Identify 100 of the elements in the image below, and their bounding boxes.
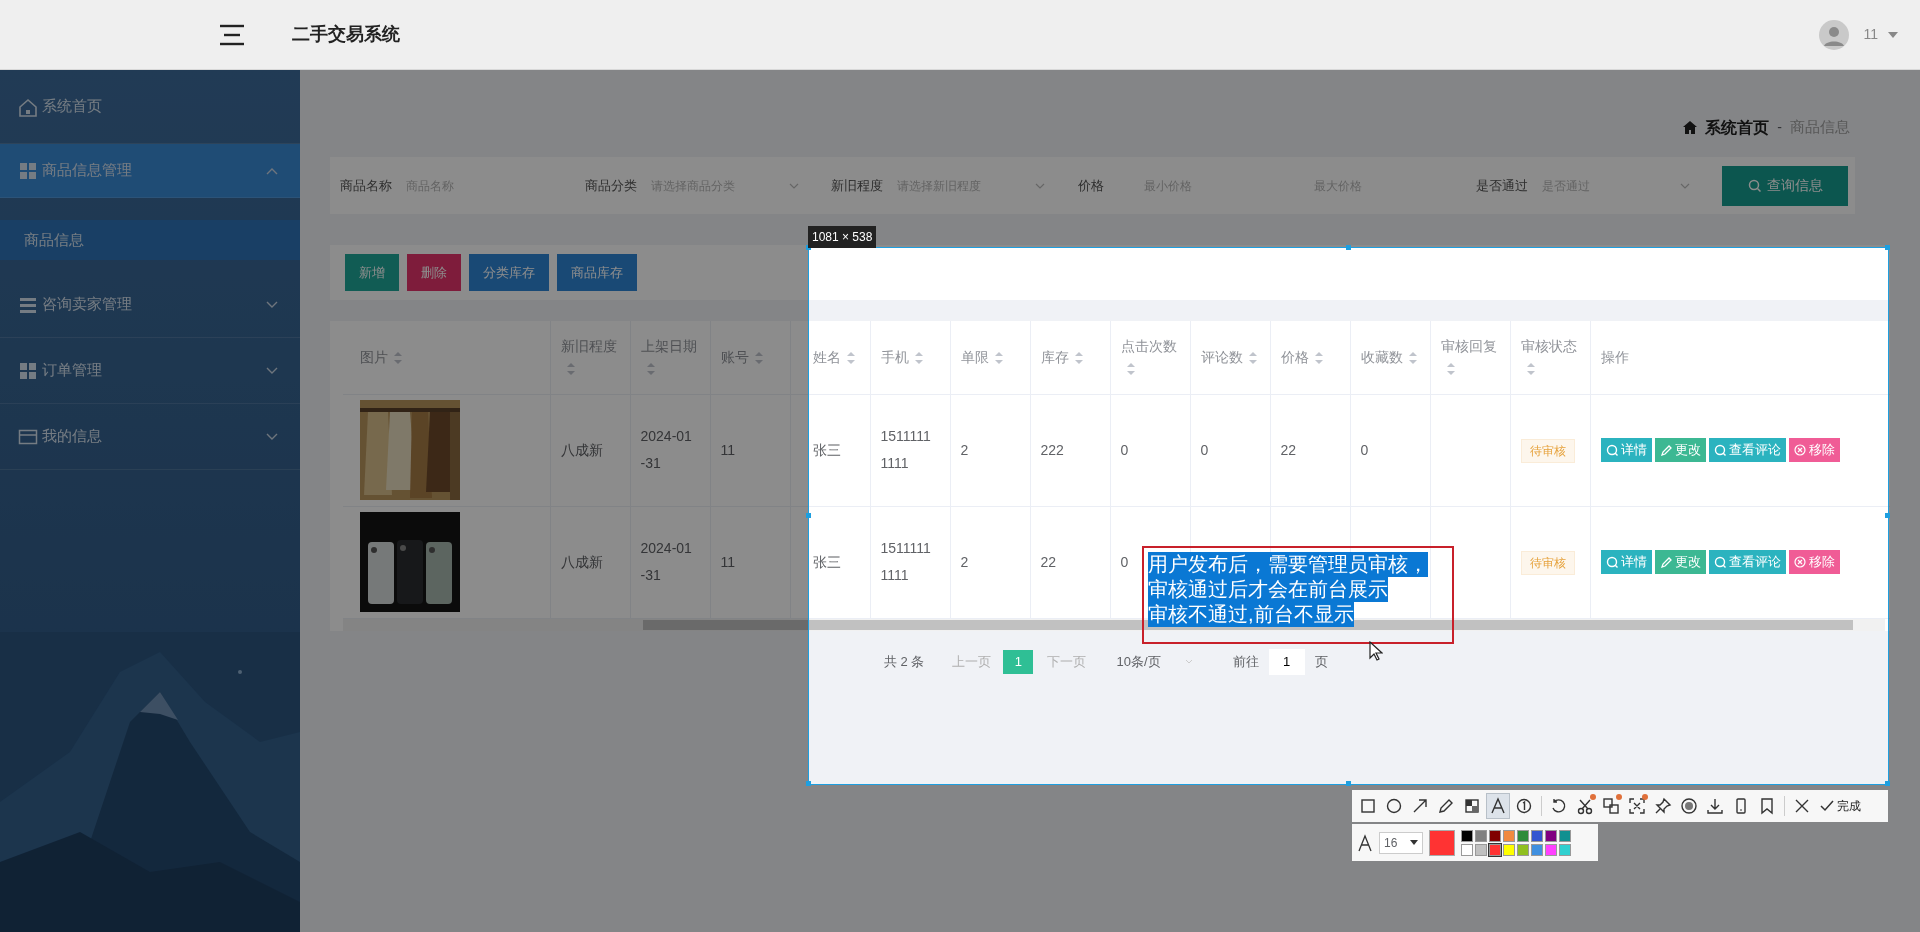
operation-button[interactable]: 移除 (1788, 438, 1840, 462)
table-cell: 11 (720, 441, 736, 458)
column-header: 账号 (720, 348, 749, 365)
table-cell: 2024-01-31 (640, 540, 692, 583)
color-swatch[interactable] (1489, 843, 1501, 856)
column-header: 手机 (880, 348, 909, 365)
close-circle-icon (1793, 556, 1806, 568)
page-unit-label: 页 (1314, 652, 1328, 671)
operation-button[interactable]: 查看评论 (1708, 438, 1786, 462)
table-cell: 222 (1040, 441, 1064, 458)
annotation-text[interactable]: 用户发布后，需要管理员审核， (1148, 552, 1428, 577)
home-icon (18, 96, 38, 117)
annotation-box[interactable]: 用户发布后，需要管理员审核， 审核通过后才会在前台展示 审核不通过,前台不显示 (1142, 546, 1454, 644)
record-icon (1680, 797, 1698, 815)
search-icon (1747, 179, 1761, 192)
resize-handle[interactable] (1345, 781, 1351, 786)
sort-icon[interactable] (994, 352, 1003, 365)
avatar[interactable] (1819, 19, 1850, 50)
home-icon (1683, 121, 1698, 134)
table-cell: 张三 (812, 553, 841, 570)
table-cell: 22 (1280, 441, 1297, 458)
page-button[interactable]: 1 (1003, 649, 1034, 674)
search-button[interactable]: 查询信息 (1722, 165, 1848, 206)
page-size-select[interactable]: 10条/页 (1116, 651, 1193, 672)
resize-handle[interactable] (1885, 781, 1890, 786)
color-swatch[interactable] (1545, 829, 1557, 842)
resize-handle[interactable] (806, 781, 811, 786)
color-swatch[interactable] (1503, 829, 1515, 842)
color-swatch[interactable] (1559, 843, 1571, 856)
action-button[interactable]: 新增 (345, 254, 399, 291)
operation-button[interactable]: 移除 (1788, 550, 1840, 574)
sidebar-item[interactable]: 商品信息管理 (0, 144, 300, 198)
color-swatch[interactable] (1517, 843, 1529, 856)
operation-button[interactable]: 更改 (1654, 550, 1706, 574)
pencil-icon (1437, 797, 1455, 815)
color-swatch[interactable] (1475, 829, 1487, 842)
status-tag: 待审核 (1520, 438, 1575, 463)
translate-icon (1602, 797, 1620, 815)
font-size-select[interactable]: 16 (1379, 831, 1423, 854)
color-swatch[interactable] (1559, 829, 1571, 842)
table-cell: 15111111111 (880, 540, 931, 583)
goto-label: 前往 (1232, 652, 1259, 671)
sort-icon[interactable] (846, 352, 855, 365)
table-cell: 2024-01-31 (640, 428, 692, 471)
breadcrumb-link[interactable]: 系统首页 (1705, 115, 1770, 140)
operation-button[interactable]: 更改 (1654, 438, 1706, 462)
table-cell: 八成新 (560, 553, 603, 570)
color-swatch[interactable] (1531, 829, 1543, 842)
close-icon (1793, 797, 1811, 815)
action-button[interactable]: 删除 (407, 254, 461, 291)
sidebar-item[interactable]: 咨询卖家管理 (0, 272, 300, 338)
table-cell: 张三 (812, 441, 841, 458)
submenu-item[interactable]: 商品信息 (0, 220, 300, 260)
resize-handle[interactable] (1345, 245, 1351, 250)
operation-button[interactable]: 详情 (1600, 550, 1652, 574)
column-header: 价格 (1280, 348, 1309, 365)
color-swatch[interactable] (1461, 843, 1473, 856)
operation-button[interactable]: 查看评论 (1708, 550, 1786, 574)
color-swatch[interactable] (1531, 843, 1543, 856)
chevron-down-icon (1035, 182, 1045, 189)
sort-icon[interactable] (1074, 352, 1083, 365)
text-tool[interactable] (1486, 793, 1510, 819)
current-color-swatch[interactable] (1429, 829, 1455, 856)
sidebar-item[interactable]: 订单管理 (0, 338, 300, 404)
color-swatch[interactable] (1517, 829, 1529, 842)
number-icon (1515, 797, 1533, 815)
close-circle-icon (1793, 444, 1806, 456)
operation-button[interactable]: 详情 (1600, 438, 1652, 462)
sort-icon[interactable] (1126, 362, 1135, 375)
chevron-down-icon (1184, 659, 1193, 664)
action-button[interactable]: 分类库存 (469, 254, 549, 291)
ocr-icon (1628, 797, 1646, 815)
sidebar-item[interactable]: 我的信息 (0, 404, 300, 470)
sort-icon[interactable] (1248, 352, 1257, 365)
sort-icon[interactable] (1526, 362, 1535, 375)
check-icon (1820, 800, 1834, 812)
resize-handle[interactable] (806, 513, 811, 518)
search-icon (1605, 556, 1618, 568)
color-swatch[interactable] (1489, 829, 1501, 842)
chevron-down-icon (789, 182, 799, 189)
sort-icon[interactable] (1314, 352, 1323, 365)
sort-icon[interactable] (914, 352, 923, 365)
resize-handle[interactable] (1885, 513, 1890, 518)
sort-icon[interactable] (1408, 352, 1417, 365)
page-input[interactable]: 1 (1268, 648, 1305, 675)
column-header: 收藏数 (1360, 348, 1403, 365)
done-button[interactable]: 完成 (1816, 797, 1865, 815)
caret-down-icon[interactable] (1888, 31, 1898, 38)
sort-icon[interactable] (1446, 362, 1455, 375)
annotation-text[interactable]: 审核通过后才会在前台展示 (1148, 577, 1388, 602)
scissors-icon (1576, 797, 1594, 815)
resize-handle[interactable] (1885, 245, 1890, 250)
user-name[interactable]: 11 (1863, 24, 1878, 45)
menu-icon[interactable] (218, 22, 246, 47)
color-swatch[interactable] (1503, 843, 1515, 856)
action-button[interactable]: 商品库存 (557, 254, 637, 291)
color-swatch[interactable] (1475, 843, 1487, 856)
color-swatch[interactable] (1545, 843, 1557, 856)
annotation-text[interactable]: 审核不通过,前台不显示 (1148, 602, 1354, 627)
color-swatch[interactable] (1461, 829, 1473, 842)
